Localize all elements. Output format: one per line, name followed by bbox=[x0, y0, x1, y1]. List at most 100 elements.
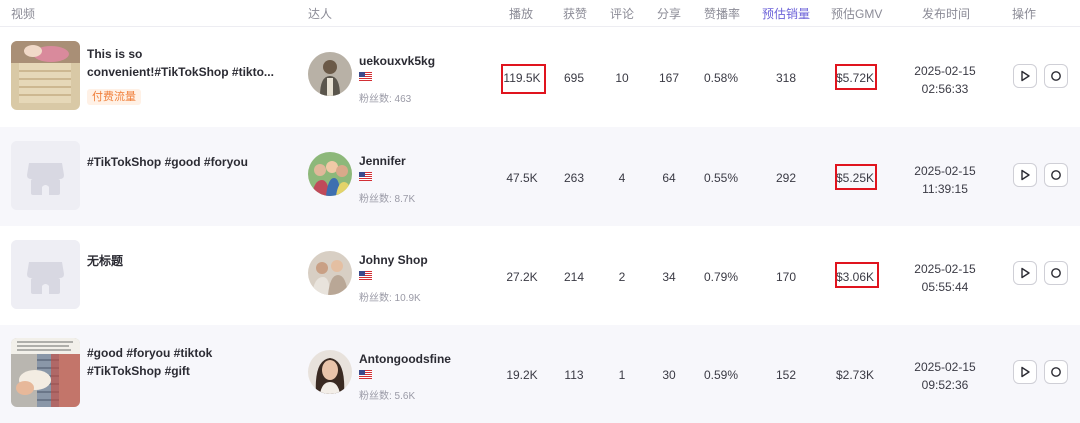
publish-clock: 09:52:36 bbox=[921, 378, 969, 392]
creator-name[interactable]: Antongoodsfine bbox=[359, 352, 451, 366]
publish-time: 2025-02-15 05:55:44 bbox=[905, 260, 985, 296]
paid-traffic-badge: 付费流量 bbox=[87, 89, 141, 105]
play-button[interactable] bbox=[1013, 360, 1037, 384]
comments-value: 1 bbox=[618, 368, 626, 382]
highlight-box bbox=[835, 64, 877, 90]
publish-time: 2025-02-15 09:52:36 bbox=[905, 358, 985, 394]
sales-value: 170 bbox=[775, 270, 797, 284]
comments-value: 2 bbox=[618, 270, 626, 284]
store-placeholder-icon bbox=[11, 141, 80, 210]
play-button[interactable] bbox=[1013, 261, 1037, 285]
col-plays[interactable]: 播放 bbox=[509, 5, 533, 22]
detail-button[interactable] bbox=[1044, 261, 1068, 285]
likes-value: 214 bbox=[563, 270, 585, 284]
sales-value: 292 bbox=[775, 171, 797, 185]
table-row: #good #foryou #tiktok #TikTokShop #gift … bbox=[0, 325, 1080, 423]
video-thumbnail[interactable] bbox=[11, 41, 80, 110]
publish-date: 2025-02-15 bbox=[914, 360, 976, 374]
publish-time: 2025-02-15 02:56:33 bbox=[905, 62, 985, 98]
col-est-sales[interactable]: 预估销量 bbox=[762, 5, 810, 22]
table-row: This is so convenient!#TikTokShop #tikto… bbox=[0, 27, 1080, 126]
avatar[interactable] bbox=[308, 251, 352, 295]
shares-value: 167 bbox=[658, 71, 680, 85]
col-video[interactable]: 视频 bbox=[11, 5, 35, 22]
plays-value: 47.5K bbox=[506, 171, 538, 185]
publish-date: 2025-02-15 bbox=[914, 262, 976, 276]
play-button[interactable] bbox=[1013, 163, 1037, 187]
creator-name[interactable]: uekouxvk5kg bbox=[359, 54, 435, 68]
circle-icon bbox=[1051, 268, 1061, 278]
play-icon bbox=[1021, 70, 1030, 82]
table-row: #TikTokShop #good #foryou Jennifer 粉丝数: … bbox=[0, 127, 1080, 226]
col-actions: 操作 bbox=[1012, 7, 1037, 21]
fans-count: 粉丝数: 8.7K bbox=[359, 194, 416, 205]
highlight-box bbox=[835, 262, 879, 288]
us-flag-icon bbox=[359, 172, 372, 181]
col-est-gmv[interactable]: 预估GMV bbox=[831, 5, 882, 22]
detail-button[interactable] bbox=[1044, 163, 1068, 187]
video-title[interactable]: 无标题 bbox=[87, 252, 277, 270]
col-comments[interactable]: 评论 bbox=[610, 5, 634, 22]
sales-value: 318 bbox=[775, 71, 797, 85]
publish-date: 2025-02-15 bbox=[914, 164, 976, 178]
gmv-value: $2.73K bbox=[835, 368, 875, 382]
video-thumbnail[interactable] bbox=[11, 338, 80, 407]
col-shares[interactable]: 分享 bbox=[657, 5, 681, 22]
comments-value: 4 bbox=[618, 171, 626, 185]
video-title[interactable]: #good #foryou #tiktok #TikTokShop #gift bbox=[87, 344, 277, 380]
detail-button[interactable] bbox=[1044, 64, 1068, 88]
us-flag-icon bbox=[359, 72, 372, 81]
likes-value: 695 bbox=[563, 71, 585, 85]
shares-value: 30 bbox=[662, 368, 676, 382]
highlight-box bbox=[501, 64, 546, 94]
publish-date: 2025-02-15 bbox=[914, 64, 976, 78]
publish-clock: 02:56:33 bbox=[921, 82, 969, 96]
play-icon bbox=[1021, 169, 1030, 181]
likes-value: 113 bbox=[564, 368, 584, 382]
table-header: 视频 达人 播放 获赞 评论 分享 赞播率 预估销量 预估GMV 发布时间 操作 bbox=[0, 0, 1080, 27]
comments-value: 10 bbox=[615, 71, 629, 85]
video-table: 视频 达人 播放 获赞 评论 分享 赞播率 预估销量 预估GMV 发布时间 操作… bbox=[0, 0, 1080, 423]
play-icon bbox=[1021, 267, 1030, 279]
publish-clock: 05:55:44 bbox=[921, 280, 969, 294]
us-flag-icon bbox=[359, 370, 372, 379]
video-title[interactable]: #TikTokShop #good #foryou bbox=[87, 153, 277, 171]
sales-value: 152 bbox=[775, 368, 797, 382]
publish-clock: 11:39:15 bbox=[922, 182, 968, 196]
avatar[interactable] bbox=[308, 52, 352, 96]
video-thumbnail[interactable] bbox=[11, 240, 80, 309]
col-creator[interactable]: 达人 bbox=[308, 5, 332, 22]
detail-button[interactable] bbox=[1044, 360, 1068, 384]
circle-icon bbox=[1051, 170, 1061, 180]
fans-count: 粉丝数: 463 bbox=[359, 94, 412, 105]
us-flag-icon bbox=[359, 271, 372, 280]
plays-value: 27.2K bbox=[506, 270, 538, 284]
like-rate-value: 0.55% bbox=[703, 171, 739, 185]
video-title[interactable]: This is so convenient!#TikTokShop #tikto… bbox=[87, 45, 277, 81]
play-icon bbox=[1021, 366, 1030, 378]
publish-time: 2025-02-15 11:39:15 bbox=[905, 162, 985, 198]
creator-name[interactable]: Johny Shop bbox=[359, 253, 428, 267]
like-rate-value: 0.58% bbox=[703, 71, 739, 85]
avatar[interactable] bbox=[308, 350, 352, 394]
shares-value: 34 bbox=[662, 270, 676, 284]
fans-count: 粉丝数: 5.6K bbox=[359, 391, 416, 402]
avatar[interactable] bbox=[308, 152, 352, 196]
video-thumbnail[interactable] bbox=[11, 141, 80, 210]
shares-value: 64 bbox=[662, 171, 676, 185]
highlight-box bbox=[835, 164, 877, 190]
table-row: 无标题 Johny Shop 粉丝数: 10.9K 27.2K 214 2 34… bbox=[0, 226, 1080, 325]
circle-icon bbox=[1051, 367, 1061, 377]
creator-name[interactable]: Jennifer bbox=[359, 154, 406, 168]
col-likes[interactable]: 获赞 bbox=[563, 5, 587, 22]
plays-value: 19.2K bbox=[506, 368, 538, 382]
col-publish-time[interactable]: 发布时间 bbox=[922, 5, 970, 22]
like-rate-value: 0.79% bbox=[703, 270, 739, 284]
circle-icon bbox=[1051, 71, 1061, 81]
fans-count: 粉丝数: 10.9K bbox=[359, 293, 421, 304]
play-button[interactable] bbox=[1013, 64, 1037, 88]
like-rate-value: 0.59% bbox=[703, 368, 739, 382]
store-placeholder-icon bbox=[11, 240, 80, 309]
col-like-rate[interactable]: 赞播率 bbox=[704, 5, 740, 22]
likes-value: 263 bbox=[563, 171, 585, 185]
